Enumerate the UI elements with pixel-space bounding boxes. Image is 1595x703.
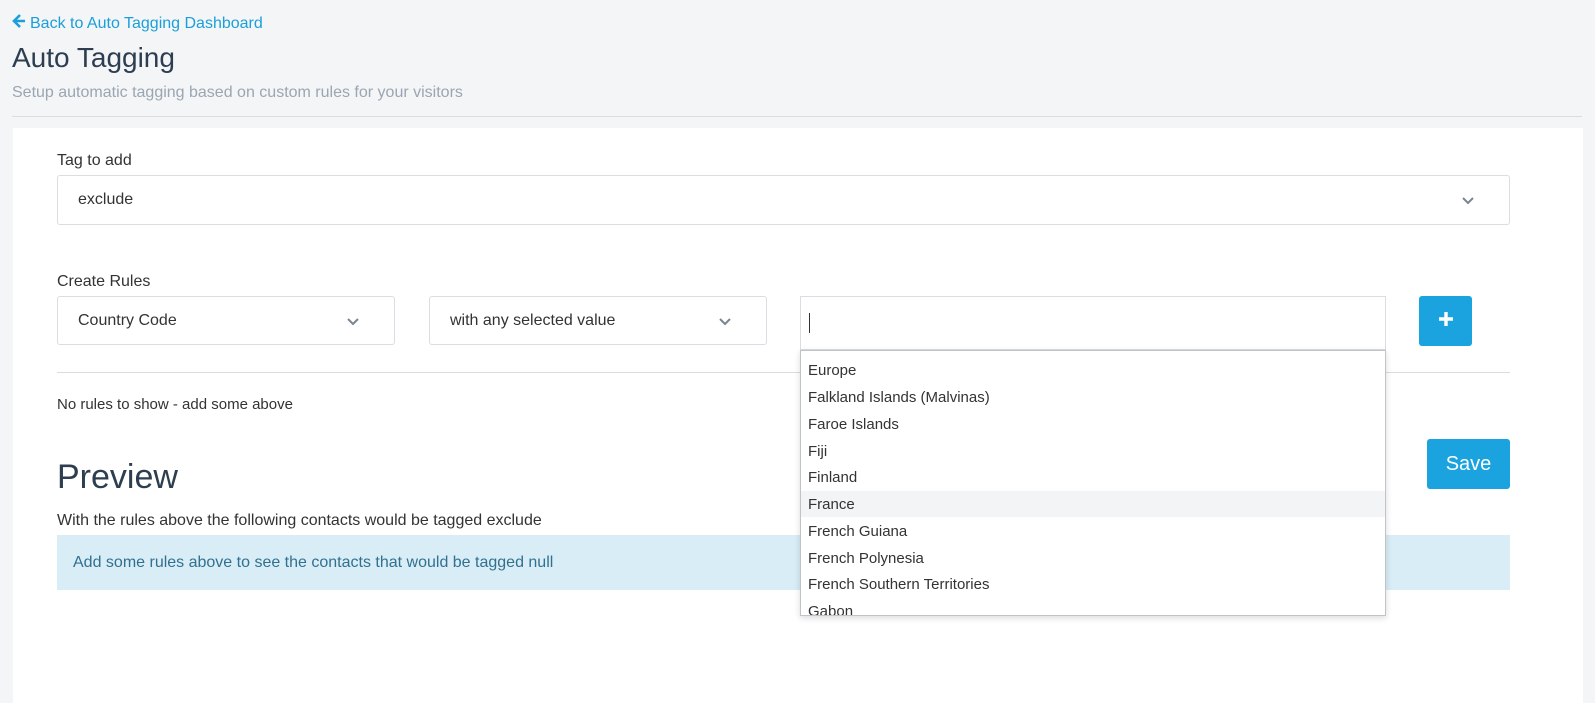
save-button[interactable]: Save	[1427, 439, 1510, 489]
tag-select-value: exclude	[78, 191, 134, 208]
back-to-dashboard-link[interactable]: Back to Auto Tagging Dashboard	[12, 14, 263, 33]
rule-operator-value: with any selected value	[450, 311, 616, 329]
tag-select[interactable]: exclude	[57, 175, 1510, 225]
rule-field-value: Country Code	[78, 311, 177, 329]
rule-field-select[interactable]: Country Code	[57, 296, 395, 345]
dropdown-option[interactable]: French Guiana	[801, 518, 1385, 544]
rule-value-input[interactable]	[800, 296, 1386, 350]
arrow-left-icon	[12, 14, 26, 33]
dropdown-option[interactable]: Europe	[801, 357, 1385, 383]
dropdown-option[interactable]: Falkland Islands (Malvinas)	[801, 384, 1385, 410]
page-title: Auto Tagging	[12, 42, 175, 73]
dropdown-option[interactable]: Fiji	[801, 438, 1385, 464]
dropdown-option[interactable]: French Southern Territories	[801, 571, 1385, 597]
dropdown-option[interactable]: French Polynesia	[801, 545, 1385, 571]
preview-info-text: Add some rules above to see the contacts…	[73, 553, 554, 571]
back-link-label: Back to Auto Tagging Dashboard	[30, 14, 263, 32]
preview-description: With the rules above the following conta…	[57, 512, 542, 529]
dropdown-option-highlighted[interactable]: France	[801, 491, 1385, 517]
tag-to-add-label: Tag to add	[57, 152, 132, 169]
country-dropdown-list[interactable]: Europe Falkland Islands (Malvinas) Faroe…	[800, 350, 1386, 616]
create-rules-label: Create Rules	[57, 273, 151, 290]
dropdown-option[interactable]: Finland	[801, 464, 1385, 490]
chevron-down-icon	[346, 314, 360, 328]
rule-operator-select[interactable]: with any selected value	[429, 296, 767, 345]
dropdown-option[interactable]: Gabon	[801, 598, 1385, 616]
chevron-down-icon	[1461, 193, 1475, 207]
chevron-down-icon	[718, 314, 732, 328]
preview-heading: Preview	[57, 458, 178, 496]
header-divider	[12, 116, 1582, 117]
dropdown-option[interactable]: Faroe Islands	[801, 411, 1385, 437]
plus-icon	[1437, 310, 1455, 333]
text-caret	[809, 313, 810, 333]
add-rule-button[interactable]	[1419, 296, 1472, 346]
page-subtitle: Setup automatic tagging based on custom …	[12, 84, 463, 101]
no-rules-message: No rules to show - add some above	[57, 396, 293, 413]
